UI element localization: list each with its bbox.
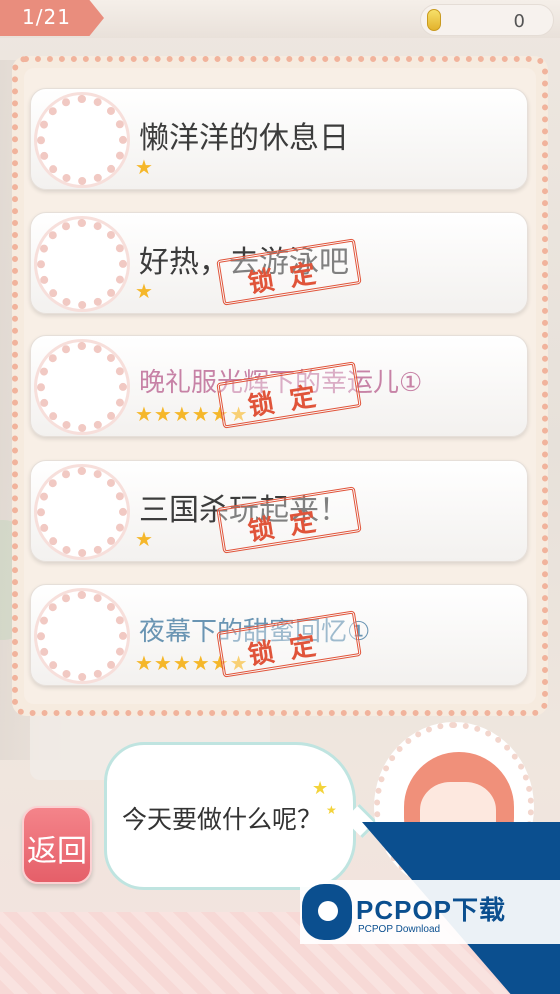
watermark-subtitle: PCPOP Download [358, 924, 441, 935]
level-title: 懒洋洋的休息日 [139, 121, 349, 156]
back-button[interactable]: 返回 [22, 806, 92, 884]
lock-label: 锁定 [246, 628, 334, 672]
lock-label: 锁定 [246, 379, 334, 423]
level-progress: 1/21 [22, 5, 71, 29]
coin-count: 0 [513, 11, 525, 32]
sparkle-icon: ★ [312, 778, 329, 799]
coin-icon [427, 9, 441, 31]
dialogue-text: 今天要做什么呢？ [122, 805, 323, 834]
medal-icon [37, 342, 127, 432]
star-rating: ★ [135, 155, 154, 179]
level-card-2[interactable]: 好热，去游泳吧 ★ 锁定 [30, 212, 528, 314]
medal-icon [37, 95, 127, 185]
watermark-title: PCPOP下载 [356, 895, 507, 925]
level-card-3[interactable]: 晚礼服光辉下的幸运儿① ★★★★★★ 锁定 [30, 335, 528, 437]
medal-icon [37, 467, 127, 557]
sparkle-icon: ★ [326, 803, 337, 817]
medal-icon [37, 219, 127, 309]
lock-label: 锁定 [246, 504, 334, 548]
level-card-5[interactable]: 夜幕下的甜蜜回忆① ★★★★★★ 锁定 [30, 584, 528, 686]
back-label: 返回 [27, 834, 87, 869]
coin-counter: 0 [420, 4, 554, 36]
star-rating: ★ [135, 527, 154, 551]
lock-label: 锁定 [246, 256, 334, 300]
level-card-1[interactable]: 懒洋洋的休息日 ★ [30, 88, 528, 190]
medal-icon [37, 591, 127, 681]
top-bar: 1/21 0 [0, 0, 560, 38]
level-card-4[interactable]: 三国杀玩起来！ ★ 锁定 [30, 460, 528, 562]
star-rating: ★ [135, 279, 154, 303]
